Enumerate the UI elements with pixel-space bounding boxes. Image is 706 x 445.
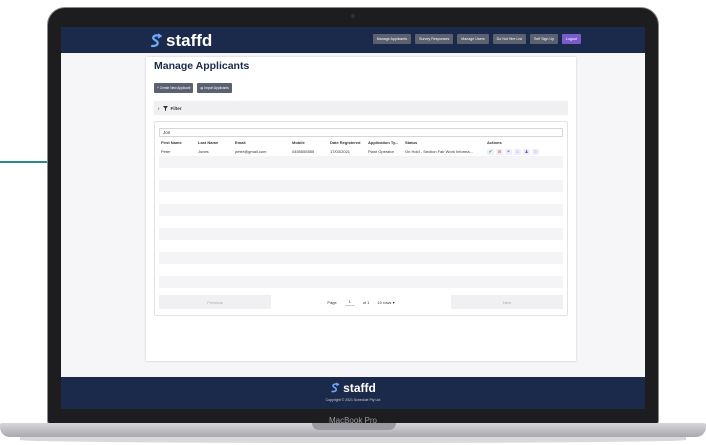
- delete-bin-icon[interactable]: ⌂: [514, 148, 521, 155]
- empty-row: [159, 156, 563, 168]
- page-number-input[interactable]: 1: [344, 298, 355, 306]
- page-title: Manage Applicants: [154, 60, 250, 72]
- device-label: MacBook Pro: [328, 416, 378, 425]
- logo-text: staffd: [166, 31, 213, 50]
- empty-row: [159, 228, 563, 240]
- table-row[interactable]: Peter Jones peter@gmail.com 0455555555 1…: [159, 148, 563, 155]
- col-last-name[interactable]: Last Name: [196, 140, 233, 147]
- empty-row: [159, 276, 563, 288]
- nav-manage-applicants[interactable]: Manage Applicants: [372, 34, 412, 44]
- col-actions: Actions: [487, 140, 502, 145]
- rows-per-page-select[interactable]: 10 rows ▾: [377, 300, 394, 305]
- col-date-registered[interactable]: Date Registered: [328, 140, 366, 147]
- cell-first-name: Peter: [161, 149, 171, 154]
- cell-date-registered: 17/03/2021: [330, 149, 351, 154]
- approve-check-icon[interactable]: ✔: [487, 148, 494, 155]
- content-card: Manage Applicants + Create New Applicant…: [146, 57, 576, 361]
- create-applicant-button[interactable]: + Create New Applicant: [154, 83, 194, 93]
- pagination: Previous Page 1 of 1 10 rows ▾ Next: [159, 295, 563, 309]
- reject-icon[interactable]: ⊘: [496, 148, 503, 155]
- applicants-table: Jon First Name Last Name Email Mobile Da…: [154, 121, 568, 316]
- col-email[interactable]: Email: [233, 140, 290, 147]
- table-header: First Name Last Name Email Mobile Date R…: [159, 140, 563, 147]
- import-label: Import Applicants: [204, 86, 229, 90]
- empty-row: [159, 168, 563, 180]
- nav-do-not-hire-list[interactable]: Do Not Hire List: [492, 34, 527, 44]
- chevron-right-icon: ›: [158, 105, 160, 111]
- col-first-name[interactable]: First Name: [159, 140, 196, 147]
- pagination-center: Page 1 of 1 10 rows ▾: [271, 295, 451, 309]
- comment-icon[interactable]: ○: [532, 148, 539, 155]
- top-nav: staffd Manage Applicants Survey Response…: [61, 27, 645, 53]
- empty-row: [159, 192, 563, 204]
- cell-email: peter@gmail.com: [235, 149, 267, 154]
- nav-links: Manage Applicants Survey Responses Manag…: [372, 34, 581, 44]
- footer-logo-icon: [331, 382, 340, 393]
- search-input[interactable]: Jon: [159, 128, 563, 137]
- laptop-screen: staffd Manage Applicants Survey Response…: [61, 27, 645, 409]
- chevron-down-icon: ▾: [392, 299, 395, 305]
- empty-row: [159, 180, 563, 192]
- nav-manage-users[interactable]: Manage Users: [457, 34, 489, 44]
- next-button[interactable]: Next: [451, 295, 563, 309]
- stage: staffd Manage Applicants Survey Response…: [0, 0, 706, 445]
- action-row: + Create New Applicant ▤ Import Applican…: [154, 83, 232, 93]
- rows-select-label: 10 rows: [377, 299, 392, 305]
- filter-icon: [162, 105, 168, 111]
- nav-survey-responses[interactable]: Survey Responses: [415, 34, 454, 44]
- filter-label: Filter: [170, 105, 182, 111]
- cell-last-name: Jones: [198, 149, 209, 154]
- col-status[interactable]: Status: [403, 140, 485, 147]
- cell-application-type: Plant Operator: [368, 149, 395, 154]
- empty-row: [159, 240, 563, 252]
- copyright-text: Copyright © 2021 Schedule Pty Ltd: [325, 398, 381, 402]
- col-application-type[interactable]: Application Ty...: [366, 140, 403, 147]
- page-of-label: of 1: [362, 299, 370, 305]
- footer: staffd Copyright © 2021 Schedule Pty Ltd: [61, 377, 645, 409]
- page-label: Page: [327, 299, 337, 305]
- empty-row: [159, 216, 563, 228]
- footer-logo: staffd: [61, 381, 645, 395]
- empty-row: [159, 252, 563, 264]
- previous-button[interactable]: Previous: [159, 295, 271, 309]
- footer-logo-text: staffd: [343, 381, 376, 395]
- logout-button[interactable]: Logout: [562, 34, 581, 44]
- import-applicants-button[interactable]: ▤ Import Applicants: [197, 83, 232, 93]
- empty-row: [159, 204, 563, 216]
- filter-toggle[interactable]: › Filter: [154, 101, 568, 115]
- staffd-logo-icon: [150, 33, 163, 48]
- row-actions: ✔ ⊘ ⚭ ⌂ ♟ ○: [485, 148, 563, 155]
- cell-mobile: 0455555555: [292, 149, 315, 154]
- staffd-logo[interactable]: staffd: [149, 31, 212, 51]
- laptop-shadow: [20, 437, 686, 443]
- cell-status: On Hold - Section Fair Work Informa...: [405, 149, 473, 154]
- empty-row: [159, 264, 563, 276]
- nav-self-sign-up[interactable]: Self Sign Up: [530, 34, 558, 44]
- link-icon[interactable]: ⚭: [505, 148, 512, 155]
- col-mobile[interactable]: Mobile: [290, 140, 328, 147]
- user-icon[interactable]: ♟: [523, 148, 530, 155]
- camera-icon: [351, 14, 355, 18]
